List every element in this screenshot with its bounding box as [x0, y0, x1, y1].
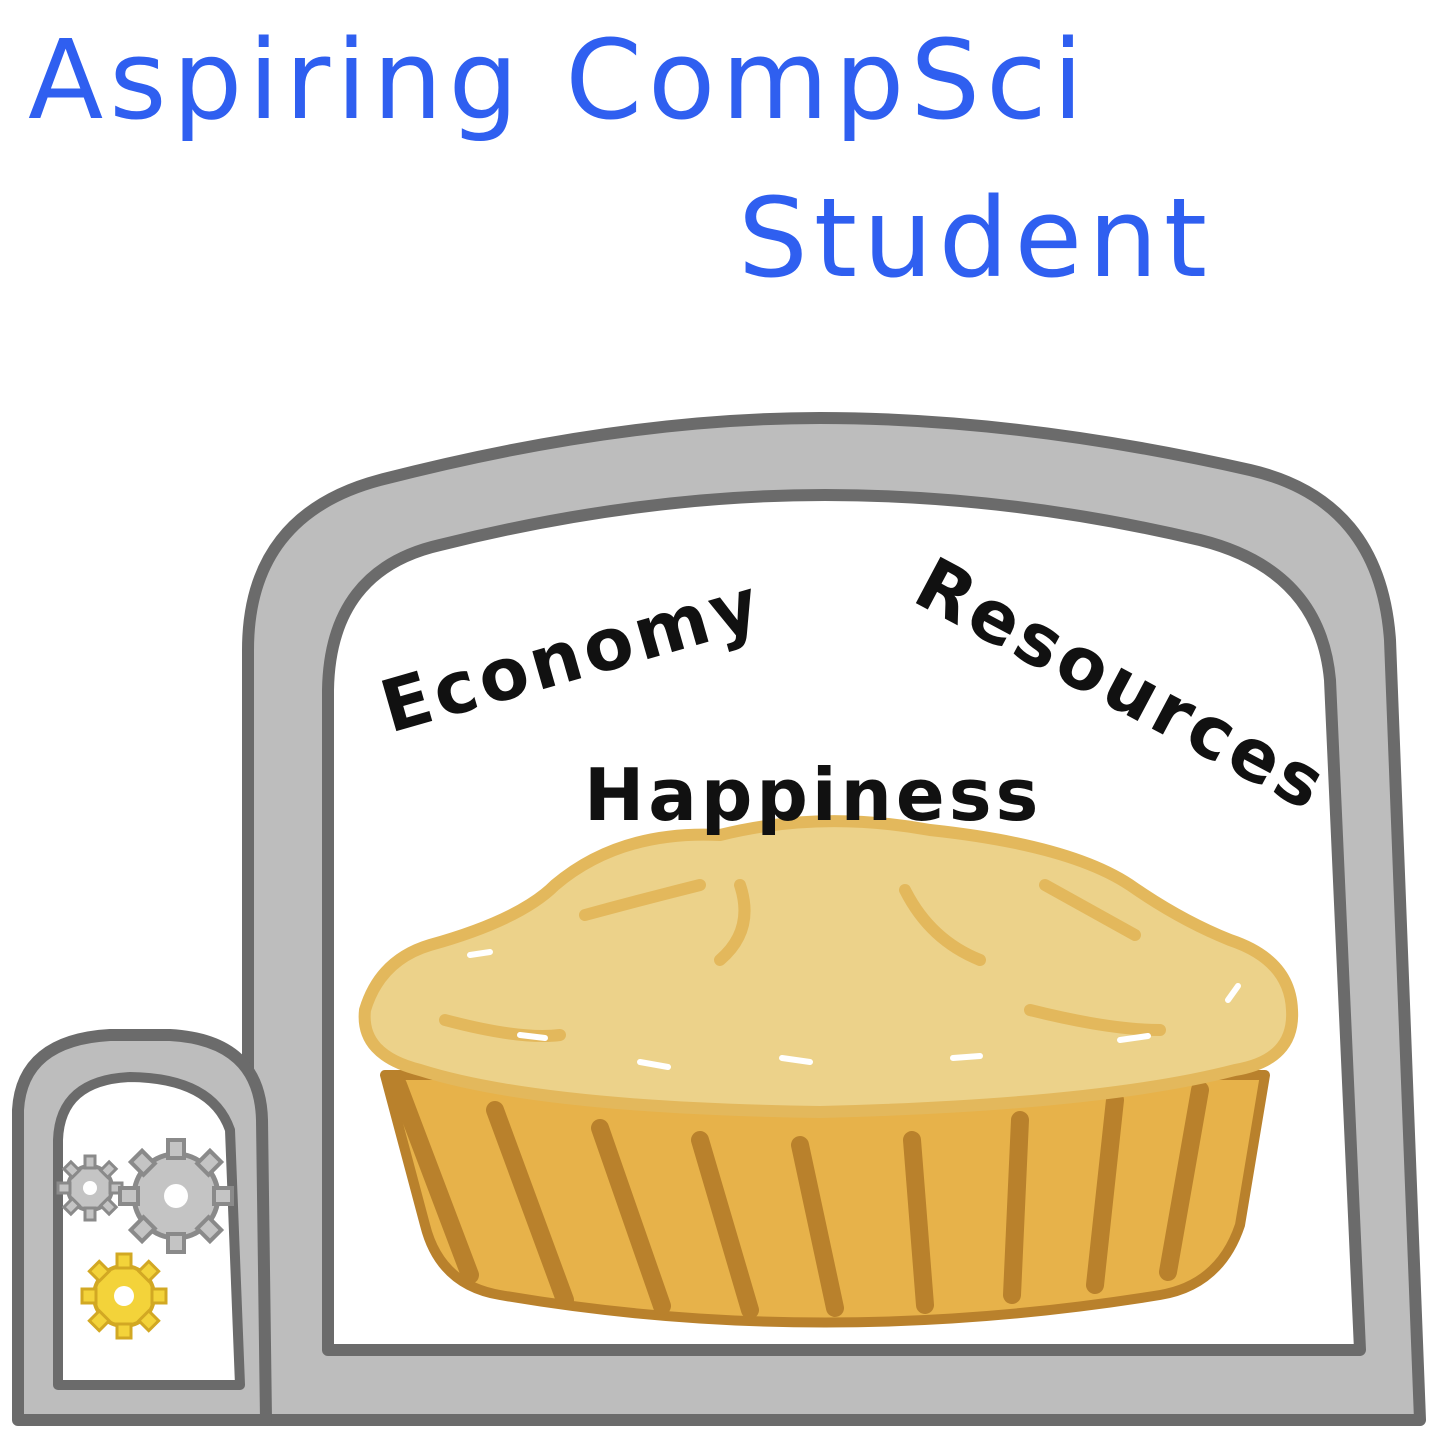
title-line-1: Aspiring CompSci: [28, 16, 1089, 144]
oven-pie-drawing: Aspiring CompSci Student Economy Happine…: [12, 16, 1426, 1426]
gear-icon: [80, 1252, 168, 1340]
label-happiness: Happiness: [584, 753, 1042, 837]
gear-icon: [56, 1154, 124, 1222]
title-line-2: Student: [738, 174, 1213, 302]
gear-icon: [118, 1138, 234, 1254]
illustration: Aspiring CompSci Student Economy Happine…: [0, 0, 1434, 1434]
